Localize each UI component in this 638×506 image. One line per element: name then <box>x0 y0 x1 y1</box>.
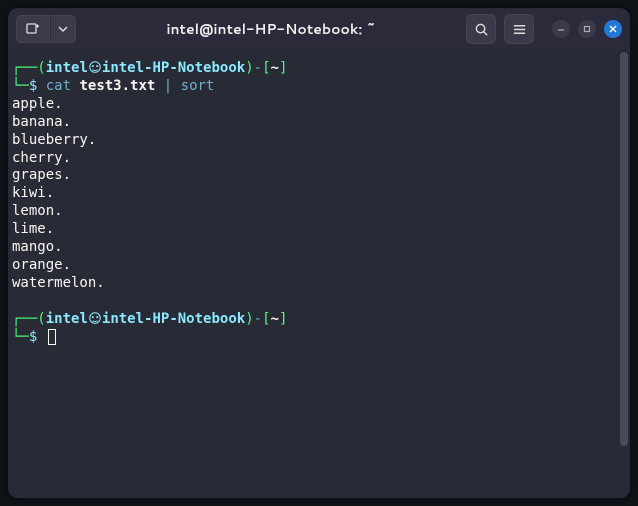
prompt-user: intel <box>46 60 88 76</box>
output-line: kiwi. <box>12 185 54 201</box>
titlebar-left <box>16 15 76 43</box>
minimize-button[interactable] <box>552 20 570 38</box>
scrollbar-thumb[interactable] <box>620 52 628 446</box>
menu-button[interactable] <box>504 14 534 44</box>
prompt-cwd: ~ <box>271 311 279 327</box>
prompt-cwd: ~ <box>271 60 279 76</box>
prompt-corner-bottom: └─ <box>12 78 29 94</box>
minimize-icon <box>556 24 566 34</box>
output-line: lemon. <box>12 203 63 219</box>
search-button[interactable] <box>466 14 496 44</box>
prompt-host: intel-HP-Notebook <box>102 311 245 327</box>
prompt-symbol: $ <box>29 78 37 94</box>
prompt-bracket-open: [ <box>262 311 270 327</box>
chevron-down-icon <box>58 24 68 34</box>
prompt-corner-bottom: └─ <box>12 329 29 345</box>
output-line: orange. <box>12 257 71 273</box>
new-tab-button[interactable] <box>16 15 50 43</box>
prompt-symbol: $ <box>29 329 37 345</box>
scrollbar[interactable] <box>618 50 630 498</box>
prompt-user: intel <box>46 311 88 327</box>
output-line: banana. <box>12 114 71 130</box>
prompt-host: intel-HP-Notebook <box>102 60 245 76</box>
titlebar: intel@intel-HP-Notebook: ~ <box>8 8 630 50</box>
prompt-paren-open: ( <box>37 60 45 76</box>
prompt-bracket-open: [ <box>262 60 270 76</box>
skull-icon <box>88 311 102 325</box>
output-line: apple. <box>12 96 63 112</box>
prompt-paren-close: ) <box>245 311 253 327</box>
prompt-dash: - <box>254 60 262 76</box>
prompt-bracket-close: ] <box>279 60 287 76</box>
cmd-file: test3.txt <box>79 78 155 94</box>
prompt-corner-top: ┌── <box>12 60 37 76</box>
window-controls <box>552 20 622 38</box>
titlebar-right <box>466 14 622 44</box>
maximize-icon <box>582 24 592 34</box>
terminal-window: intel@intel-HP-Notebook: ~ <box>8 8 630 498</box>
output-line: lime. <box>12 221 54 237</box>
close-button[interactable] <box>604 20 622 38</box>
cmd-sort: sort <box>181 78 215 94</box>
cmd-cat: cat <box>46 78 71 94</box>
output-line: grapes. <box>12 167 71 183</box>
output-line: watermelon. <box>12 275 105 291</box>
window-title: intel@intel-HP-Notebook: ~ <box>82 19 460 39</box>
skull-icon <box>88 60 102 74</box>
cursor <box>48 329 56 345</box>
new-tab-dropdown[interactable] <box>50 15 76 43</box>
terminal-area: ┌──(intelintel-HP-Notebook)-[~] └─$ cat … <box>8 50 630 498</box>
maximize-button[interactable] <box>578 20 596 38</box>
hamburger-icon <box>512 22 527 37</box>
output-line: blueberry. <box>12 132 96 148</box>
output-line: mango. <box>12 239 63 255</box>
prompt-paren-open: ( <box>37 311 45 327</box>
prompt-paren-close: ) <box>245 60 253 76</box>
prompt-bracket-close: ] <box>279 311 287 327</box>
search-icon <box>474 22 489 37</box>
prompt-dash: - <box>254 311 262 327</box>
cmd-pipe: | <box>164 78 172 94</box>
terminal-content[interactable]: ┌──(intelintel-HP-Notebook)-[~] └─$ cat … <box>8 50 618 498</box>
output-line: cherry. <box>12 150 71 166</box>
new-tab-icon <box>25 21 41 37</box>
close-icon <box>608 24 618 34</box>
prompt-corner-top: ┌── <box>12 311 37 327</box>
